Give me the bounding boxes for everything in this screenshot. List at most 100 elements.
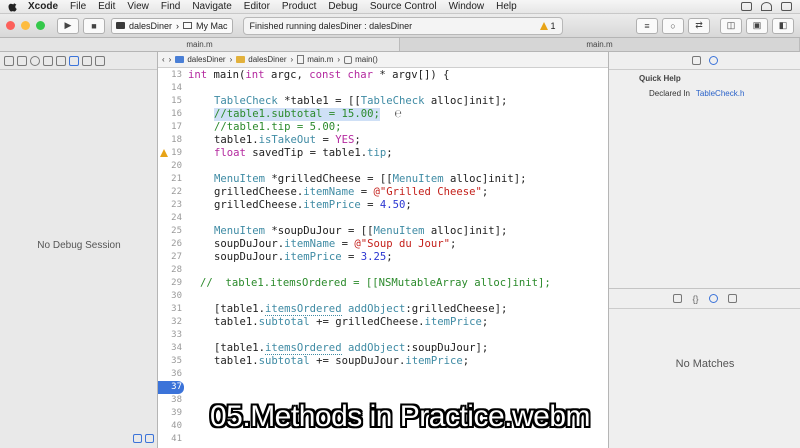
scheme-target: dalesDiner: [129, 20, 173, 31]
version-editor-button[interactable]: ⇄: [688, 17, 710, 34]
declared-in-label: Declared In: [649, 89, 690, 98]
code-line: 28: [171, 265, 182, 275]
breadcrumb-function[interactable]: main(): [344, 55, 378, 64]
project-navigator-icon[interactable]: [4, 55, 14, 66]
symbol-navigator-icon[interactable]: [17, 55, 27, 66]
activity-viewer: Finished running dalesDiner : dalesDiner…: [242, 16, 563, 35]
breadcrumb-file[interactable]: main.m: [297, 55, 333, 64]
code-line: 22 grilledCheese.itemName = @"Grilled Che…: [171, 186, 489, 198]
breadcrumb-folder[interactable]: dalesDiner: [236, 55, 287, 64]
code-line: 20: [171, 161, 182, 171]
filter-toggle-icon[interactable]: [133, 433, 142, 443]
mac-icon: [183, 22, 193, 29]
wifi-icon[interactable]: [761, 2, 772, 11]
toggle-navigator-button[interactable]: ◫: [720, 17, 742, 34]
code-line: 30: [171, 291, 182, 301]
code-line: 16//table1.subtotal = 15.00; ℮: [171, 108, 402, 121]
menu-status-area: [741, 2, 800, 11]
code-line: 34 [table1.itemsOrdered addObject:soupDuJ…: [171, 342, 489, 355]
run-button[interactable]: ▶: [57, 17, 79, 34]
menu-window[interactable]: Window: [449, 1, 485, 12]
breadcrumb-separator-icon: ›: [229, 55, 233, 64]
code-line: 41: [171, 434, 182, 444]
display-icon[interactable]: [741, 2, 752, 11]
tab-main-m-2[interactable]: main.m: [400, 38, 800, 51]
code-line: 15 TableCheck *table1 = [[TableCheck allo…: [171, 95, 508, 107]
menu-navigate[interactable]: Navigate: [192, 1, 231, 12]
code-line: 25 MenuItem *soupDuJour = [[MenuItem allo…: [171, 225, 508, 237]
code-line: 29// table1.itemsOrdered = [[NSMutableAr…: [171, 277, 551, 289]
zoom-window-button[interactable]: [36, 21, 45, 30]
menu-view[interactable]: View: [127, 1, 149, 12]
library-empty-label: No Matches: [675, 358, 735, 370]
menu-help[interactable]: Help: [496, 1, 517, 12]
menu-product[interactable]: Product: [282, 1, 316, 12]
toolbar-right-controls: ≡ ○ ⇄ ◫ ▣ ◧: [636, 17, 800, 34]
navigator-selector-bar: [0, 52, 157, 70]
report-navigator-icon[interactable]: [95, 55, 105, 66]
debug-navigator-icon[interactable]: [69, 55, 79, 66]
code-line: 19 float savedTip = table1.tip;: [158, 147, 608, 160]
code-line: 31 [table1.itemsOrdered addObject:grilled…: [171, 303, 508, 316]
file-inspector-icon[interactable]: [691, 56, 701, 65]
inspector-selector-bar: [609, 52, 800, 70]
scheme-icon: [116, 22, 125, 29]
menu-app[interactable]: Xcode: [28, 1, 58, 12]
menu-bar: Xcode File Edit View Find Navigate Edito…: [0, 0, 800, 14]
menu-edit[interactable]: Edit: [98, 1, 115, 12]
standard-editor-button[interactable]: ≡: [636, 17, 658, 34]
toggle-debug-area-button[interactable]: ▣: [746, 17, 768, 34]
minimize-window-button[interactable]: [21, 21, 30, 30]
folder-icon: [236, 56, 246, 63]
warning-icon: [539, 21, 548, 30]
quick-help-title: Quick Help: [639, 74, 681, 83]
breadcrumb-separator-icon: ›: [290, 55, 294, 64]
code-line: 35 table1.subtotal += soupDuJour.itemPric…: [171, 355, 470, 367]
menu-editor[interactable]: Editor: [244, 1, 270, 12]
code-area[interactable]: 13 int main(int argc, const char * argv[]…: [158, 69, 608, 448]
code-line: 26 soupDuJour.itemName = @"Soup du Jour";: [171, 238, 457, 250]
apple-logo-icon[interactable]: [8, 1, 18, 12]
object-library-icon[interactable]: [708, 294, 718, 303]
code-line: 18 table1.isTakeOut = YES;: [171, 134, 361, 146]
text-cursor-icon: ℮: [395, 108, 402, 120]
assistant-editor-button[interactable]: ○: [662, 17, 684, 34]
warning-count: 1: [550, 20, 556, 31]
breakpoint-navigator-icon[interactable]: [82, 55, 92, 66]
issue-navigator-icon[interactable]: [43, 55, 53, 66]
project-icon: [175, 56, 185, 63]
battery-icon[interactable]: [781, 2, 792, 11]
activity-status-text: Finished running dalesDiner : dalesDiner: [249, 20, 413, 31]
toggle-utilities-button[interactable]: ◧: [772, 17, 794, 34]
declared-in-row: Declared In TableCheck.h: [609, 83, 800, 98]
close-window-button[interactable]: [6, 21, 15, 30]
code-line: 17//table1.tip = 5.00;: [171, 121, 342, 133]
code-line: 23 grilledCheese.itemPrice = 4.50;: [171, 199, 412, 211]
debug-navigator: No Debug Session: [0, 52, 158, 448]
menu-source-control[interactable]: Source Control: [370, 1, 437, 12]
tab-main-m-1[interactable]: main.m: [0, 38, 400, 51]
quick-help-icon[interactable]: [708, 56, 718, 65]
menu-find[interactable]: Find: [161, 1, 180, 12]
breadcrumb-project[interactable]: dalesDiner: [175, 55, 226, 64]
file-template-library-icon[interactable]: [673, 294, 683, 303]
declared-in-link[interactable]: TableCheck.h: [696, 89, 744, 98]
toolbar: ▶ ■ dalesDiner › My Mac Finished running…: [0, 14, 800, 38]
back-arrow-icon[interactable]: ‹: [162, 55, 165, 64]
filter-threads-icon[interactable]: [145, 433, 154, 443]
code-snippet-library-icon[interactable]: {}: [692, 294, 698, 304]
warning-indicator[interactable]: 1: [539, 20, 556, 31]
menu-file[interactable]: File: [70, 1, 86, 12]
tab-bar: main.m main.m: [0, 38, 800, 52]
video-caption: 05.Methods in Practice.webm: [209, 400, 591, 433]
stop-icon: ■: [91, 20, 97, 31]
code-line: 33: [171, 330, 182, 340]
media-library-icon[interactable]: [727, 294, 737, 303]
find-navigator-icon[interactable]: [30, 55, 40, 66]
forward-arrow-icon[interactable]: ›: [169, 55, 172, 64]
menu-debug[interactable]: Debug: [328, 1, 357, 12]
stop-button[interactable]: ■: [83, 17, 105, 34]
jump-bar: ‹ › dalesDiner › dalesDiner › main.m › m…: [158, 52, 608, 68]
test-navigator-icon[interactable]: [56, 55, 66, 66]
scheme-selector[interactable]: dalesDiner › My Mac: [111, 17, 233, 34]
